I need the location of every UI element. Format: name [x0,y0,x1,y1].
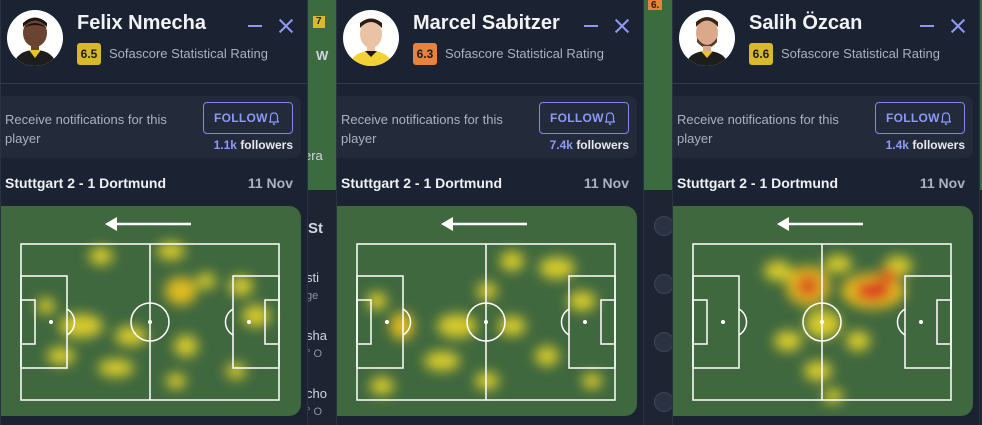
background-text: W [316,48,329,63]
notification-box: Receive notifications for this player FO… [337,96,637,158]
bell-icon [941,112,951,125]
match-title[interactable]: Stuttgart 2 - 1 Dortmund [677,175,838,191]
match-title[interactable]: Stuttgart 2 - 1 Dortmund [341,175,502,191]
follow-button[interactable]: FOLLOW [875,102,965,134]
arrow-left-icon [105,217,191,231]
background-text: sha [306,328,327,343]
close-icon[interactable] [277,17,295,35]
notification-text: Receive notifications for this player [5,112,167,146]
close-icon[interactable] [949,17,967,35]
background-text: ° O [306,348,323,360]
match-date: 11 Nov [919,175,965,191]
rating-label: Sofascore Statistical Rating [109,46,268,61]
player-name: Salih Özcan [749,12,863,34]
card-header: Felix Nmecha 6.5 Sofascore Statistical R… [1,0,307,84]
rating-badge: 6.5 [77,43,101,65]
player-name: Felix Nmecha [77,12,206,34]
followers-count: 1.4k followers [885,138,965,152]
arrow-left-icon [441,217,527,231]
arrow-left-icon [777,217,863,231]
card-header: Marcel Sabitzer 6.3 Sofascore Statistica… [337,0,643,84]
background-rating-badge: 6. [648,0,663,11]
minimize-icon[interactable] [919,18,935,34]
background-rating-badge: 7 [313,16,325,28]
match-date: 11 Nov [583,175,629,191]
background-text: ° O [306,406,323,418]
heatmap [673,206,973,416]
player-avatar [679,10,735,66]
minimize-icon[interactable] [583,18,599,34]
notification-text: Receive notifications for this player [677,112,839,146]
player-name: Marcel Sabitzer [413,12,560,34]
background-avatar [654,332,674,352]
rating-badge: 6.3 [413,43,437,65]
background-avatar [654,274,674,294]
card-header: Salih Özcan 6.6 Sofascore Statistical Ra… [673,0,979,84]
followers-count: 7.4k followers [549,138,629,152]
follow-label: FOLLOW [550,111,604,125]
background-team-logo [654,216,674,236]
follow-label: FOLLOW [886,111,940,125]
player-avatar [7,10,63,66]
player-card-ozcan: Salih Özcan 6.6 Sofascore Statistical Ra… [672,0,980,425]
background-text: St [308,220,323,237]
follow-button[interactable]: FOLLOW [203,102,293,134]
close-icon[interactable] [613,17,631,35]
rating-label: Sofascore Statistical Rating [781,46,940,61]
notification-box: Receive notifications for this player FO… [673,96,973,158]
player-card-sabitzer: Marcel Sabitzer 6.3 Sofascore Statistica… [336,0,644,425]
player-avatar [343,10,399,66]
match-title[interactable]: Stuttgart 2 - 1 Dortmund [5,175,166,191]
bell-icon [605,112,615,125]
player-card-nmecha: Felix Nmecha 6.5 Sofascore Statistical R… [0,0,308,425]
match-date: 11 Nov [247,175,293,191]
rating-label: Sofascore Statistical Rating [445,46,604,61]
minimize-icon[interactable] [247,18,263,34]
rating-badge: 6.6 [749,43,773,65]
background-avatar [654,392,674,412]
bell-icon [269,112,279,125]
heatmap [1,206,301,416]
background-text: cho [306,386,327,401]
notification-text: Receive notifications for this player [341,112,503,146]
notification-box: Receive notifications for this player FO… [1,96,301,158]
follow-label: FOLLOW [214,111,268,125]
heatmap [337,206,637,416]
follow-button[interactable]: FOLLOW [539,102,629,134]
followers-count: 1.1k followers [213,138,293,152]
